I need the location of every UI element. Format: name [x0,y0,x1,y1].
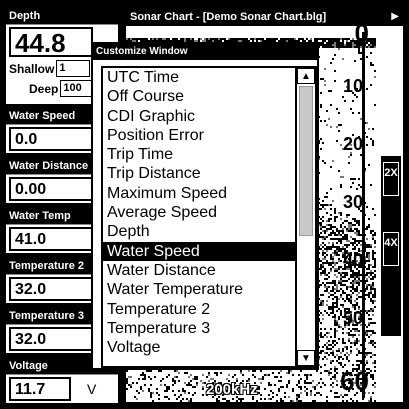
depth-tick-label: 50 [342,308,363,328]
shallow-label: Shallow [9,61,55,76]
list-scrollbar[interactable]: ▲ ▼ [295,68,315,366]
list-item[interactable]: Water Temperature [103,280,295,299]
list-item[interactable]: UTC Time [103,68,295,87]
depth-tick-label: 30 [342,192,363,212]
temperature-2-value: 32.0 [9,277,93,301]
deep-alarm-field[interactable]: 100 [60,80,95,97]
zoom-2x-button[interactable]: 2X [383,162,399,196]
list-item[interactable]: Depth [103,222,295,241]
deep-label: Deep [29,81,59,96]
list-item[interactable]: Maximum Speed [103,184,295,203]
list-item[interactable]: Water Distance [103,261,295,280]
sonar-chart-title: Sonar Chart - [Demo Sonar Chart.blg] [130,11,327,23]
list-item[interactable]: CDI Graphic [103,107,295,126]
depth-tick-label: 60 [340,366,369,396]
water-speed-value: 0.0 [9,127,93,151]
menu-arrow-icon[interactable]: ▶ [391,8,399,26]
list-item[interactable]: Average Speed [103,203,295,222]
voltage-unit: V [87,381,97,397]
frequency-label: 200kHz [206,381,258,398]
list-items: UTC Time Off Course CDI Graphic Position Er… [103,68,295,357]
list-item[interactable]: Voltage [103,338,295,357]
depth-tick-label: 20 [342,134,363,154]
list-item[interactable]: Position Error [103,126,295,145]
customize-window-dialog[interactable]: Customize Window UTC Time Off Course CDI G… [91,42,319,370]
depth-value: 44.8 [9,27,93,57]
list-item[interactable]: Trip Time [103,145,295,164]
depth-label: Depth [6,8,118,25]
scroll-thumb[interactable] [299,86,313,236]
depth-tick-label: 40 [342,250,363,270]
list-item[interactable]: Off Course [103,87,295,106]
water-temp-value: 41.0 [9,227,93,251]
depth-tick-label: 0 [354,18,369,48]
list-item[interactable]: Water Speed [103,241,295,261]
list-item[interactable]: Temperature 3 [103,319,295,338]
temperature-3-value: 32.0 [9,327,93,351]
customize-list[interactable]: UTC Time Off Course CDI Graphic Position Er… [101,66,317,368]
water-distance-value: 0.00 [9,177,93,201]
scroll-down-icon[interactable]: ▼ [297,350,315,366]
list-item[interactable]: Temperature 2 [103,300,295,319]
dialog-title: Customize Window [93,44,317,60]
depth-tick-label: 10 [342,76,363,96]
display-frame: Depth 44.8 Shallow 1 Deep 100 Water Spee… [0,0,409,409]
voltage-value: 11.7 [9,377,71,401]
scroll-up-icon[interactable]: ▲ [297,68,315,84]
shallow-alarm-field[interactable]: 1 [56,60,91,77]
zoom-bar: 2X 4X [381,156,401,336]
list-item[interactable]: Trip Distance [103,164,295,183]
zoom-4x-button[interactable]: 4X [383,232,399,266]
